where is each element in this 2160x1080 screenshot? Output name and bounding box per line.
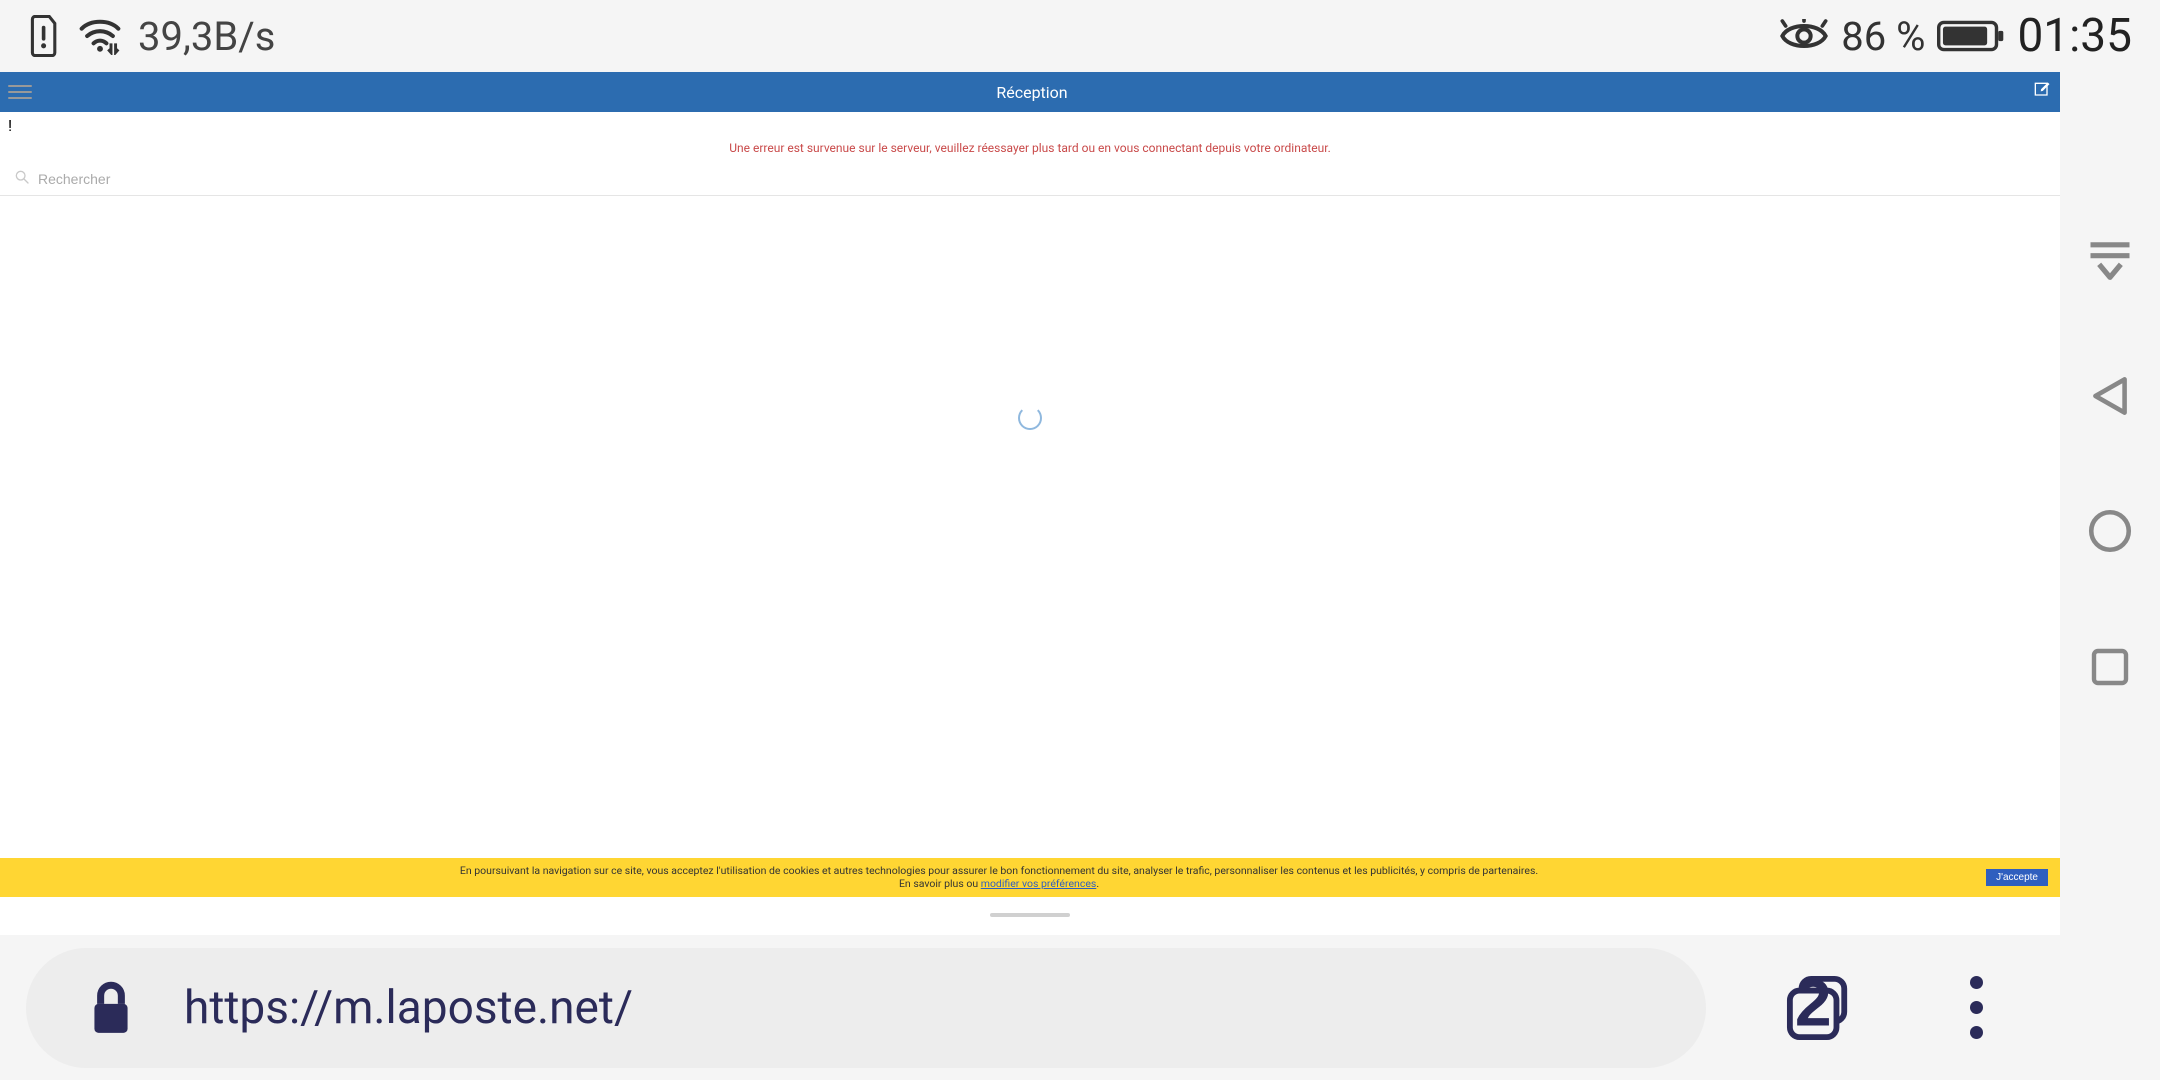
dot-icon (1970, 1026, 1983, 1039)
search-bar[interactable] (0, 165, 2060, 196)
url-text: https://m.laposte.net/ (184, 981, 633, 1035)
nav-home-icon[interactable] (2082, 503, 2138, 559)
app-title: Réception (32, 83, 2032, 102)
system-nav-rail (2060, 72, 2160, 935)
browser-menu-button[interactable] (1952, 976, 2000, 1040)
clock: 01:35 (2017, 9, 2132, 63)
search-input[interactable] (38, 171, 2046, 187)
tabs-button[interactable]: 2 (1786, 975, 1852, 1041)
url-bar[interactable]: https://m.laposte.net/ (26, 948, 1706, 1068)
wifi-icon (78, 17, 122, 55)
error-icon: ! (8, 116, 12, 135)
mail-list-area (0, 196, 2060, 935)
app-header: Réception (0, 72, 2060, 112)
sim-alert-icon (28, 15, 62, 57)
nav-recents-icon[interactable] (2082, 639, 2138, 695)
nav-pulldown-icon[interactable] (2082, 232, 2138, 288)
error-banner: ! Une erreur est survenue sur le serveur… (0, 112, 2060, 165)
cookie-text: En poursuivant la navigation sur ce site… (12, 864, 1986, 891)
status-bar: 39,3B/s 86 % 01:35 (0, 0, 2160, 72)
error-text: Une erreur est survenue sur le serveur, … (729, 141, 1331, 155)
network-speed: 39,3B/s (138, 13, 275, 60)
tab-count: 2 (1795, 974, 1832, 1039)
cookie-banner: En poursuivant la navigation sur ce site… (0, 858, 2060, 897)
drag-handle[interactable] (990, 913, 1070, 917)
menu-hamburger-icon[interactable] (8, 80, 32, 104)
nav-back-icon[interactable] (2082, 368, 2138, 424)
search-icon (14, 169, 30, 189)
webpage-viewport: Réception ! Une erreur est survenue sur … (0, 72, 2060, 935)
cookie-accept-button[interactable]: J'accepte (1986, 869, 2048, 886)
dot-icon (1970, 976, 1983, 989)
eye-icon (1779, 19, 1829, 53)
cookie-preferences-link[interactable]: modifier vos préférences (981, 877, 1097, 890)
battery-percent: 86 % (1841, 13, 1925, 60)
browser-toolbar: https://m.laposte.net/ 2 (0, 935, 2160, 1080)
dot-icon (1970, 1001, 1983, 1014)
compose-icon[interactable] (2032, 80, 2052, 104)
lock-icon (86, 979, 136, 1037)
battery-icon (1937, 19, 2005, 53)
loading-spinner-icon (1018, 406, 1042, 430)
